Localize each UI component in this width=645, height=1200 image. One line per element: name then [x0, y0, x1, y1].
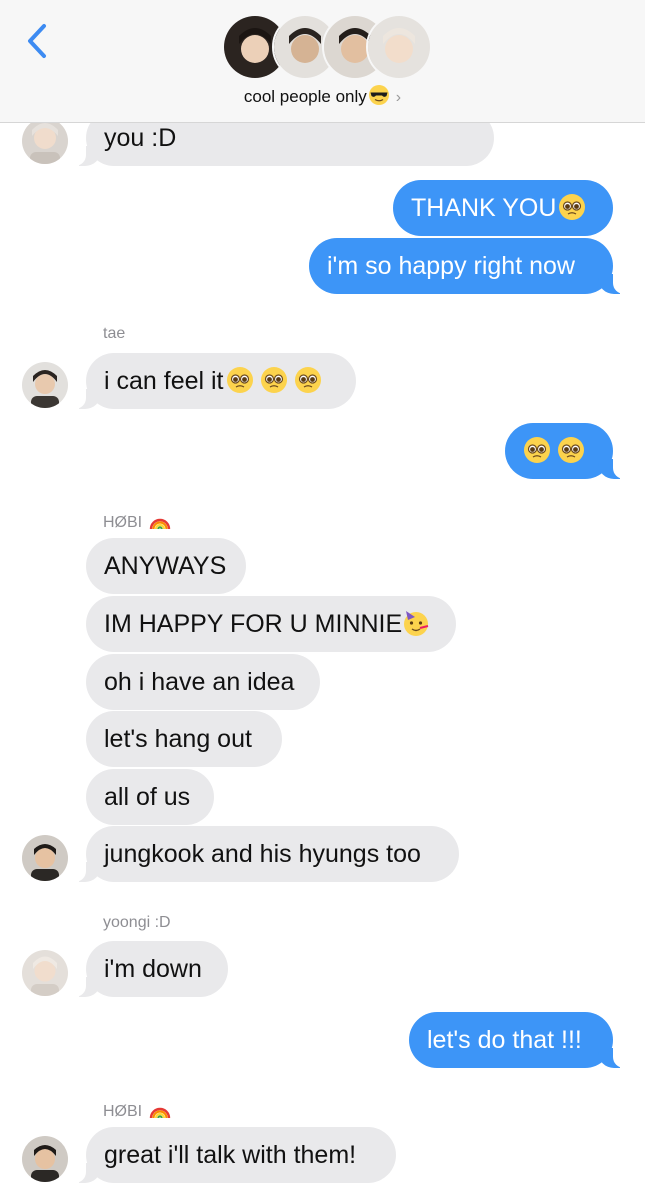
back-button[interactable]	[22, 22, 52, 60]
message-bubble[interactable]: i'm so happy right now	[309, 238, 631, 294]
avatar[interactable]	[22, 362, 68, 408]
message-text: THANK YOU	[411, 194, 557, 222]
pleading-face-icon	[260, 358, 288, 393]
message-text: i'm down	[104, 955, 202, 983]
message-list[interactable]: you :D THANK YOU i'm so happy right now …	[0, 0, 645, 1200]
message-bubble[interactable]: ANYWAYS	[86, 538, 246, 594]
sender-name: yoongi :D	[103, 914, 171, 931]
group-avatars[interactable]	[222, 14, 432, 80]
message-bubble[interactable]: let's hang out	[86, 711, 282, 767]
message-text: you :D	[104, 124, 177, 152]
conversation-header: cool people only ›	[0, 0, 645, 123]
pleading-face-icon	[558, 185, 586, 220]
message-text: i can feel it	[104, 367, 224, 395]
avatar[interactable]	[22, 1136, 68, 1182]
message-text: IM HAPPY FOR U MINNIE	[104, 610, 403, 638]
sender-name: tae	[103, 325, 126, 342]
chevron-left-icon	[28, 24, 46, 58]
message-bubble[interactable]: IM HAPPY FOR U MINNIE	[86, 596, 456, 652]
message-text: great i'll talk with them!	[104, 1141, 357, 1169]
rainbow-icon	[149, 510, 171, 532]
message-bubble[interactable]: i'm down	[68, 941, 228, 997]
message-text: ANYWAYS	[104, 552, 227, 580]
sunglasses-face-icon	[368, 84, 390, 106]
message-text: all of us	[104, 783, 191, 811]
avatar[interactable]	[22, 950, 68, 996]
message-text: oh i have an idea	[104, 668, 295, 696]
message-text: let's hang out	[104, 725, 252, 753]
partying-face-icon	[402, 601, 430, 636]
message-text: jungkook and his hyungs too	[104, 840, 421, 868]
pleading-face-icon	[557, 428, 585, 463]
message-bubble[interactable]: let's do that !!!	[409, 1012, 631, 1068]
message-text: let's do that !!!	[427, 1026, 582, 1054]
pleading-face-icon	[523, 428, 551, 463]
message-bubble[interactable]: jungkook and his hyungs too	[68, 826, 459, 882]
message-bubble[interactable]: i can feel it	[68, 353, 356, 409]
rainbow-icon	[149, 1099, 171, 1121]
avatar[interactable]	[22, 835, 68, 881]
message-bubble[interactable]: oh i have an idea	[86, 654, 320, 710]
message-text: i'm so happy right now	[327, 252, 575, 280]
group-name: cool people only	[243, 87, 367, 106]
message-bubble[interactable]: THANK YOU	[393, 180, 613, 236]
message-bubble[interactable]: great i'll talk with them!	[68, 1127, 396, 1183]
message-bubble[interactable]: all of us	[86, 769, 214, 825]
sender-name: HØBI	[103, 1099, 171, 1121]
chevron-right-icon: ›	[395, 89, 402, 106]
sender-name: HØBI	[103, 510, 171, 532]
avatar[interactable]	[22, 118, 68, 164]
message-bubble[interactable]	[505, 423, 631, 479]
avatar	[366, 14, 432, 80]
group-title[interactable]: cool people only ›	[0, 84, 645, 107]
pleading-face-icon	[226, 358, 254, 393]
pleading-face-icon	[294, 358, 322, 393]
